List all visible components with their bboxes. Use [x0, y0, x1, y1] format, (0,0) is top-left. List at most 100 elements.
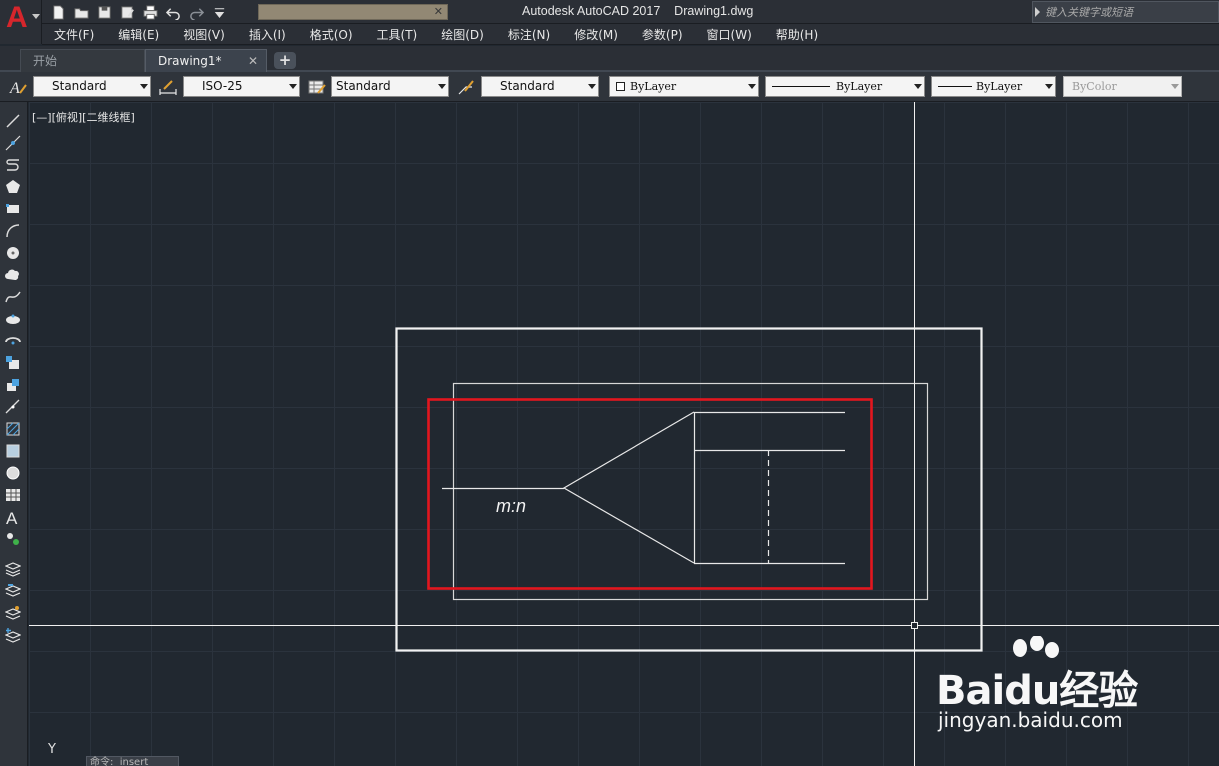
linetype-select[interactable]: ByLayer [765, 76, 925, 97]
chevron-down-icon [32, 14, 40, 19]
polygon-icon[interactable] [3, 178, 23, 196]
menu-edit[interactable]: 编辑(E) [118, 26, 159, 43]
color-value: ByLayer [630, 80, 677, 93]
dimension-style-icon[interactable] [158, 77, 178, 97]
undo-icon[interactable] [163, 3, 183, 21]
viewport-controls[interactable]: [—][俯视][二维线框] [32, 109, 135, 125]
table-style-select[interactable]: Standard [331, 76, 449, 97]
table-style-value: Standard [336, 79, 391, 93]
ratio-label: m:n [496, 496, 527, 516]
outer-frame [395, 327, 983, 652]
menu-bar: 文件(F) 编辑(E) 视图(V) 插入(I) 格式(O) 工具(T) 绘图(D… [42, 24, 1219, 45]
region-icon[interactable] [3, 464, 23, 482]
gradient-icon[interactable] [3, 442, 23, 460]
chevron-down-icon [748, 84, 756, 89]
tab-drawing1[interactable]: Drawing1* ✕ [145, 49, 267, 72]
text-style-icon[interactable]: A [8, 77, 28, 97]
construction-line-icon[interactable] [3, 134, 23, 152]
multileader-style-icon[interactable] [456, 77, 476, 97]
file-tabs: 开始 Drawing1* ✕ + [0, 46, 1219, 72]
ellipse-arc-icon[interactable] [3, 332, 23, 350]
table-icon[interactable] [3, 486, 23, 504]
menu-parametric[interactable]: 参数(P) [642, 26, 683, 43]
menu-tools[interactable]: 工具(T) [377, 26, 418, 43]
add-selected-icon[interactable] [3, 530, 23, 548]
chevron-down-icon [914, 84, 922, 89]
hatch-icon[interactable] [3, 420, 23, 438]
quick-access-toolbar [48, 3, 232, 21]
tab-start[interactable]: 开始 [20, 49, 145, 72]
save-icon[interactable] [94, 3, 114, 21]
multiline-text-icon[interactable]: A [3, 508, 23, 526]
color-swatch [616, 82, 625, 91]
linetype-preview [772, 86, 830, 87]
new-tab-button[interactable]: + [274, 52, 296, 69]
rectangle-icon[interactable] [3, 200, 23, 218]
search-input[interactable] [1045, 3, 1215, 21]
menu-view[interactable]: 视图(V) [183, 26, 225, 43]
layer-freeze-icon[interactable] [3, 626, 23, 644]
save-as-icon[interactable] [117, 3, 137, 21]
styles-toolbar: A Standard ISO-25 Standard Standard ByLa… [0, 72, 1219, 102]
layer-icon[interactable] [3, 560, 23, 578]
menu-help[interactable]: 帮助(H) [776, 26, 818, 43]
make-block-icon[interactable] [3, 376, 23, 394]
multileader-style-value: Standard [500, 79, 555, 93]
document-path-field: ✕ [258, 4, 448, 20]
selection-highlight [427, 398, 873, 590]
text-style-select[interactable]: Standard [33, 76, 151, 97]
menu-modify[interactable]: 修改(M) [574, 26, 618, 43]
plot-style-value: ByColor [1072, 80, 1117, 93]
expand-arrow-icon[interactable] [1035, 7, 1040, 17]
layer-previous-icon[interactable] [3, 582, 23, 600]
arc-icon[interactable] [3, 222, 23, 240]
dimension-style-select[interactable]: ISO-25 [183, 76, 300, 97]
svg-text:A: A [6, 509, 18, 525]
layer-isolate-icon[interactable] [3, 604, 23, 622]
svg-text:A: A [9, 80, 20, 97]
chevron-down-icon [438, 84, 446, 89]
color-select[interactable]: ByLayer [609, 76, 759, 97]
application-menu-button[interactable]: A [0, 0, 42, 44]
menu-draw[interactable]: 绘图(D) [441, 26, 484, 43]
line-icon[interactable] [3, 112, 23, 130]
print-icon[interactable] [140, 3, 160, 21]
watermark-url: jingyan.baidu.com [938, 708, 1123, 732]
spline-icon[interactable] [3, 288, 23, 306]
close-icon[interactable]: ✕ [434, 5, 443, 19]
command-line[interactable]: 命令: insert [86, 756, 179, 766]
menu-insert[interactable]: 插入(I) [249, 26, 286, 43]
baidu-watermark: Baidu经验 jingyan.baidu.com [932, 636, 1172, 746]
keyword-search[interactable] [1032, 1, 1219, 23]
chevron-down-icon [140, 84, 148, 89]
plot-style-select: ByColor [1063, 76, 1182, 97]
customize-icon[interactable] [209, 3, 229, 21]
ucs-y-axis-label: Y [48, 742, 56, 757]
drawing-geometry[interactable] [395, 327, 983, 652]
ellipse-icon[interactable] [3, 310, 23, 328]
insert-block-icon[interactable] [3, 354, 23, 372]
tab-start-label: 开始 [33, 54, 58, 68]
splitter-triangle [562, 411, 695, 564]
menu-dimension[interactable]: 标注(N) [508, 26, 550, 43]
menu-format[interactable]: 格式(O) [310, 26, 353, 43]
lineweight-value: ByLayer [976, 80, 1023, 93]
lineweight-select[interactable]: ByLayer [931, 76, 1056, 97]
text-style-value: Standard [52, 79, 107, 93]
autocad-a-icon: A [6, 1, 28, 34]
tab-drawing1-label: Drawing1* [158, 54, 222, 68]
multileader-style-select[interactable]: Standard [481, 76, 599, 97]
open-icon[interactable] [71, 3, 91, 21]
polyline-icon[interactable] [3, 156, 23, 174]
circle-icon[interactable] [3, 244, 23, 262]
menu-file[interactable]: 文件(F) [54, 26, 94, 43]
new-icon[interactable] [48, 3, 68, 21]
revision-cloud-icon[interactable] [3, 266, 23, 284]
redo-icon[interactable] [186, 3, 206, 21]
point-icon[interactable] [3, 398, 23, 416]
menu-window[interactable]: 窗口(W) [707, 26, 752, 43]
lineweight-preview [938, 86, 972, 87]
chevron-down-icon [588, 84, 596, 89]
close-icon[interactable]: ✕ [248, 50, 258, 72]
table-style-icon[interactable] [307, 77, 327, 97]
